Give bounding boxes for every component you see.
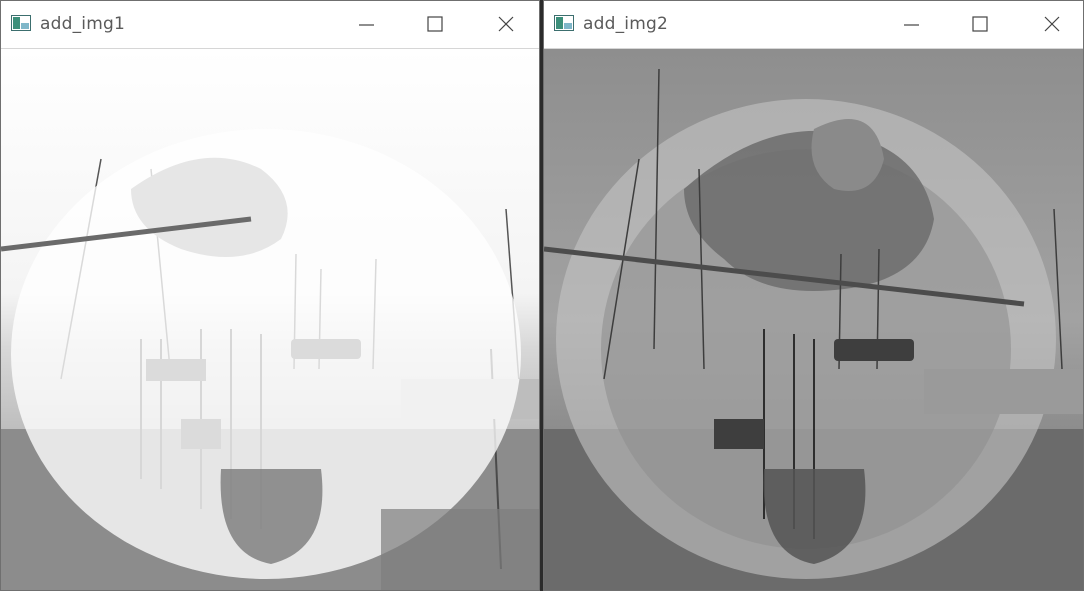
minimize-button[interactable] [894, 7, 930, 41]
window-title: add_img1 [40, 14, 125, 34]
app-icon [11, 15, 31, 31]
window-title: add_img2 [583, 14, 668, 34]
maximize-button[interactable] [962, 7, 998, 41]
maximize-button[interactable] [417, 7, 453, 41]
image-canvas [544, 49, 1083, 590]
window-add-img1: add_img1 [0, 0, 540, 591]
image-canvas [1, 49, 539, 590]
window-add-img2: add_img2 [543, 0, 1084, 591]
close-button[interactable] [1034, 7, 1070, 41]
app-icon [554, 15, 574, 31]
title-bar[interactable]: add_img1 [1, 1, 539, 49]
minimize-button[interactable] [349, 7, 385, 41]
title-bar[interactable]: add_img2 [544, 1, 1083, 49]
close-button[interactable] [488, 7, 524, 41]
